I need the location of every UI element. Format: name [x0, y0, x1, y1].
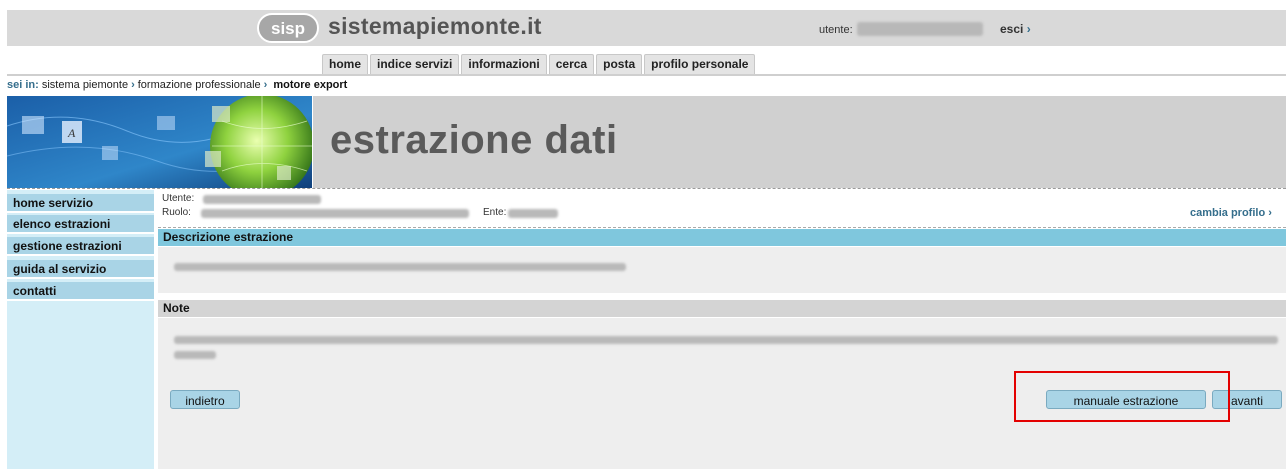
chevron-right-icon: › — [1026, 22, 1031, 36]
change-profile-label: cambia profilo — [1190, 207, 1266, 219]
page-title: estrazione dati — [330, 118, 618, 162]
sidebar-item-contatti[interactable]: contatti — [7, 282, 154, 301]
user-name-redacted — [857, 22, 983, 36]
sidebar-item-elenco-estrazioni[interactable]: elenco estrazioni — [7, 215, 154, 234]
banner-divider — [7, 188, 1286, 189]
breadcrumb-item-formazione[interactable]: formazione professionale — [138, 79, 261, 91]
chevron-right-icon: › — [263, 79, 268, 91]
nav-informazioni[interactable]: informazioni — [461, 54, 547, 74]
brand-band — [7, 10, 1286, 46]
svg-text:A: A — [67, 126, 76, 140]
nav-profilo-personale[interactable]: profilo personale — [644, 54, 756, 74]
highlight-annotation — [1014, 371, 1230, 422]
nav-divider — [7, 74, 1286, 76]
sidebar-item-home-servizio[interactable]: home servizio — [7, 194, 154, 213]
profile-role-redacted — [201, 209, 469, 218]
nav-home[interactable]: home — [322, 54, 369, 74]
chevron-right-icon: › — [131, 79, 135, 91]
nav-cerca[interactable]: cerca — [548, 54, 595, 74]
nav-posta[interactable]: posta — [596, 54, 643, 74]
back-button[interactable]: indietro — [170, 390, 240, 409]
sidebar-item-guida-al-servizio[interactable]: guida al servizio — [7, 260, 154, 279]
description-header: Descrizione estrazione — [158, 229, 1286, 246]
breadcrumb-item-sistema-piemonte[interactable]: sistema piemonte — [42, 79, 128, 91]
profile-user-label: Utente: — [162, 193, 195, 204]
change-profile-link[interactable]: cambia profilo › — [1190, 207, 1272, 219]
site-title: sistemapiemonte.it — [328, 13, 542, 39]
chevron-right-icon: › — [1268, 207, 1272, 219]
sisp-logo[interactable]: sisp — [257, 12, 319, 44]
breadcrumb-current: motore export — [273, 79, 348, 91]
notes-header: Note — [158, 300, 1286, 317]
notes-text-redacted-line1 — [174, 336, 1278, 344]
logout-label: esci — [1000, 22, 1024, 36]
breadcrumb: sei in: sistema piemonte › formazione prof… — [7, 79, 347, 91]
notes-text-redacted-line2 — [174, 351, 216, 359]
profile-entity-redacted — [508, 209, 558, 218]
profile-user-redacted — [203, 195, 321, 204]
nav-indice-servizi[interactable]: indice servizi — [370, 54, 460, 74]
description-text-redacted — [174, 263, 626, 271]
user-label: utente: — [819, 24, 853, 36]
sidebar-item-gestione-estrazioni[interactable]: gestione estrazioni — [7, 237, 154, 256]
breadcrumb-prefix: sei in: — [7, 79, 39, 91]
logout-link[interactable]: esci › — [1000, 22, 1031, 36]
banner-image: A — [7, 96, 312, 188]
profile-role-label: Ruolo: — [162, 207, 191, 218]
top-navigation: home indice servizi informazioni cerca p… — [322, 54, 757, 75]
profile-entity-label: Ente: — [483, 207, 507, 218]
svg-text:sisp: sisp — [271, 19, 305, 38]
